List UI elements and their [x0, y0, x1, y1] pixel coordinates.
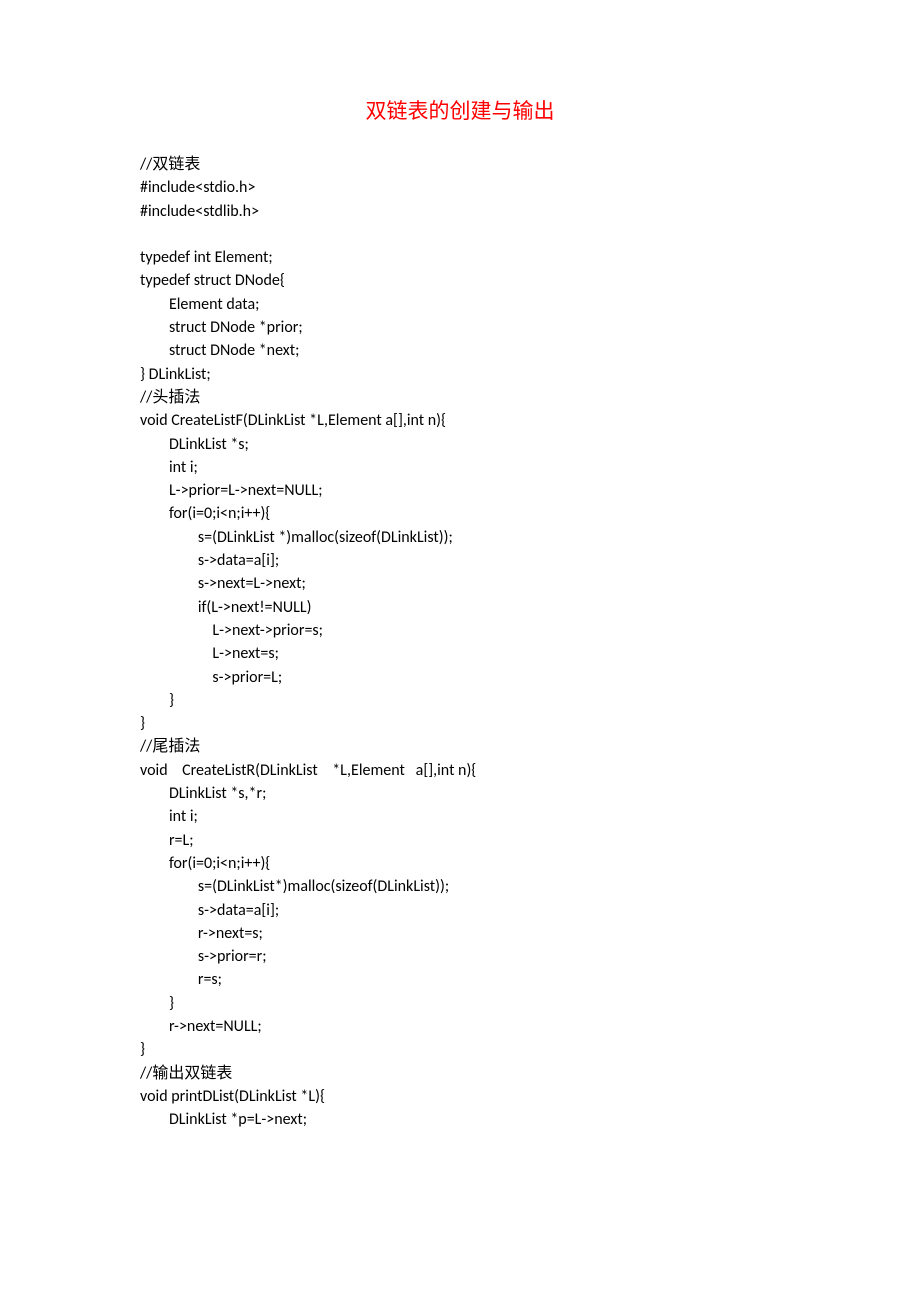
page-title: 双链表的创建与输出: [140, 95, 780, 125]
document-page: 双链表的创建与输出 //双链表 #include<stdio.h> #inclu…: [0, 0, 920, 1191]
code-block: //双链表 #include<stdio.h> #include<stdlib.…: [140, 153, 780, 1131]
